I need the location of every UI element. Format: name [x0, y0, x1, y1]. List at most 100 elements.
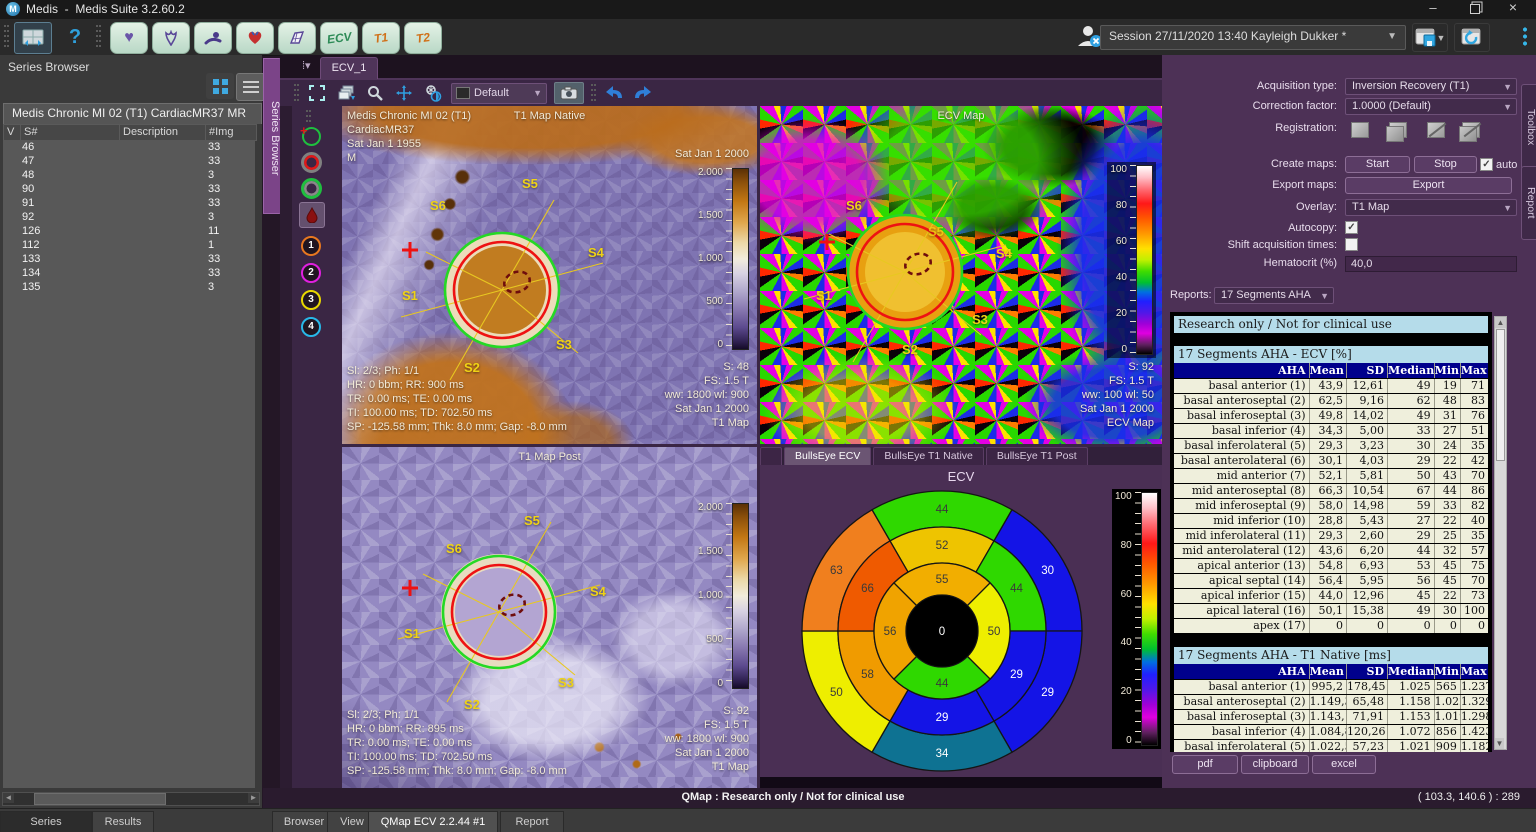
series-row[interactable]: 90 33 [3, 182, 255, 196]
endo-contour-tool[interactable] [299, 150, 323, 174]
layout-button[interactable] [14, 22, 52, 54]
blood-pool-tool-selected[interactable] [299, 202, 325, 228]
tab-ecv1[interactable]: ECV_1 [320, 57, 378, 79]
toolbar-grip[interactable] [96, 25, 101, 49]
tab-menu-icon[interactable]: ⁞▾ [302, 59, 311, 72]
overflow-menu-icon[interactable] [1522, 26, 1528, 46]
start-button[interactable]: Start [1345, 156, 1410, 173]
toolbar-grip[interactable] [294, 84, 299, 102]
toolbar-grip[interactable] [306, 110, 311, 122]
series-row[interactable]: 134 33 [3, 266, 255, 280]
epi-contour-tool[interactable] [299, 176, 323, 200]
label-4-tool[interactable]: 4 [299, 315, 323, 339]
fit-to-view-button[interactable] [306, 83, 328, 103]
restore-icon[interactable] [1458, 0, 1492, 17]
series-row[interactable]: 46 33 [3, 140, 255, 154]
tab-graph[interactable] [760, 447, 782, 465]
overlay-select[interactable]: T1 Map▼ [1345, 199, 1517, 216]
column-header-description[interactable]: Description [120, 125, 206, 140]
column-header-img[interactable]: #Img [206, 125, 256, 140]
acquisition-type-select[interactable]: Inversion Recovery (T1)▼ [1345, 78, 1517, 95]
study-tab[interactable]: Medis Chronic MI 02 (T1) CardiacMR37 MR … [3, 103, 262, 124]
tab-bullseye-t1-native[interactable]: BullsEye T1 Native [873, 447, 984, 465]
scrollbar-thumb[interactable] [1496, 329, 1505, 461]
correction-factor-select[interactable]: 1.0000 (Default)▼ [1345, 98, 1517, 115]
scroll-left-icon[interactable]: ◄ [3, 793, 14, 803]
tab-results[interactable]: Results [92, 811, 154, 832]
app-qstrain-button[interactable] [194, 22, 232, 54]
tab-series-browser[interactable]: Series Browser [0, 811, 92, 832]
toolbox-side-tab[interactable]: Toolbox [1521, 84, 1536, 170]
registration-none-button[interactable] [1345, 118, 1375, 142]
auto-checkbox[interactable]: ✓ [1480, 158, 1493, 171]
grid-view-button[interactable] [206, 73, 234, 99]
app-t1-button[interactable]: T1 [362, 22, 400, 54]
preset-select[interactable]: Default ▼ [451, 83, 547, 104]
app-qmass-button[interactable]: ♥ [110, 22, 148, 54]
minimize-icon[interactable]: – [1416, 0, 1450, 17]
close-icon[interactable]: × [1496, 0, 1530, 17]
scroll-down-icon[interactable]: ▼ [1495, 738, 1504, 749]
series-row[interactable]: 47 33 [3, 154, 255, 168]
column-header-s[interactable]: S# [21, 125, 120, 140]
redo-button[interactable] [632, 83, 654, 103]
scroll-right-icon[interactable]: ► [248, 793, 259, 803]
stop-button[interactable]: Stop [1414, 156, 1477, 173]
window-level-button[interactable] [422, 83, 444, 103]
shift-times-checkbox[interactable] [1345, 238, 1358, 251]
horizontal-scrollbar[interactable]: ◄ ► [2, 792, 260, 806]
pdf-button[interactable]: pdf [1172, 755, 1238, 774]
label-1-tool[interactable]: 1 [299, 234, 323, 258]
label-3-tool[interactable]: 3 [299, 288, 323, 312]
app-t2-button[interactable]: T2 [404, 22, 442, 54]
app-3dview-button[interactable] [236, 22, 274, 54]
report-scrollbar[interactable]: ▲ ▼ [1494, 316, 1507, 750]
list-view-button[interactable] [236, 73, 266, 101]
scroll-up-icon[interactable]: ▲ [1495, 317, 1506, 328]
app-qflow-button[interactable] [152, 22, 190, 54]
autocopy-checkbox[interactable]: ✓ [1345, 221, 1358, 234]
registration-all-diagonal-button[interactable] [1456, 118, 1486, 142]
app-ecv-button[interactable]: ECV [320, 22, 358, 54]
series-row[interactable]: 91 33 [3, 196, 255, 210]
help-button[interactable]: ? [62, 22, 88, 52]
series-row[interactable]: 133 33 [3, 252, 255, 266]
report-side-tab[interactable]: Report [1521, 166, 1536, 240]
series-row[interactable]: 112 1 [3, 238, 255, 252]
stack-button[interactable] [335, 83, 357, 103]
tab-bullseye-ecv[interactable]: BullsEye ECV [784, 447, 871, 465]
tab-bullseye-t1-post[interactable]: BullsEye T1 Post [986, 447, 1088, 465]
app-strainmap-button[interactable] [278, 22, 316, 54]
viewport-t1-map-post[interactable]: S1 S2 S3 S4 S5 S6 T1 Map Post Sl: 2/3; P… [342, 447, 757, 788]
tab-qmap-ecv[interactable]: QMap ECV 2.2.44 #1 [368, 811, 498, 832]
draw-contour-tool[interactable]: + [299, 124, 323, 148]
scrollbar-thumb[interactable] [34, 793, 166, 805]
series-table-header[interactable]: V S# Description #Img [3, 124, 257, 141]
clipboard-button[interactable]: clipboard [1241, 755, 1309, 774]
viewport-bullseye-analysis[interactable]: BullsEye ECV BullsEye T1 Native BullsEye… [760, 447, 1162, 788]
pan-button[interactable] [393, 83, 415, 103]
excel-button[interactable]: excel [1312, 755, 1376, 774]
snapshot-button[interactable] [554, 82, 584, 104]
tab-report[interactable]: Report [500, 811, 564, 832]
toolbar-grip[interactable] [4, 25, 9, 49]
column-header-v[interactable]: V [4, 125, 21, 140]
registration-all-button[interactable] [1383, 118, 1413, 142]
viewport-ecv-map[interactable]: S1 S2 S3 S4 S5 S6 ECV Map S: 92FS: 1.5 T… [760, 106, 1162, 444]
series-row[interactable]: 126 11 [3, 224, 255, 238]
series-row[interactable]: 92 3 [3, 210, 255, 224]
label-2-tool[interactable]: 2 [299, 261, 323, 285]
save-session-button[interactable]: ▼ [1412, 23, 1448, 52]
series-row[interactable]: 48 3 [3, 168, 255, 182]
export-button[interactable]: Export [1345, 177, 1512, 194]
series-row[interactable]: 135 3 [3, 280, 255, 294]
hematocrit-input[interactable]: 40,0 [1345, 256, 1517, 272]
reset-layout-button[interactable] [1454, 23, 1490, 52]
undo-button[interactable] [603, 83, 625, 103]
toolbar-grip[interactable] [591, 84, 596, 102]
session-select[interactable]: Session 27/11/2020 13:40 Kayleigh Dukker… [1100, 25, 1406, 50]
viewport-t1-map-native[interactable]: S1 S2 S3 S4 S5 S6 Medis Chronic MI 02 (T… [342, 106, 757, 444]
reports-select[interactable]: 17 Segments AHA▼ [1214, 287, 1334, 304]
zoom-button[interactable] [364, 83, 386, 103]
registration-diagonal-button[interactable] [1421, 118, 1451, 142]
